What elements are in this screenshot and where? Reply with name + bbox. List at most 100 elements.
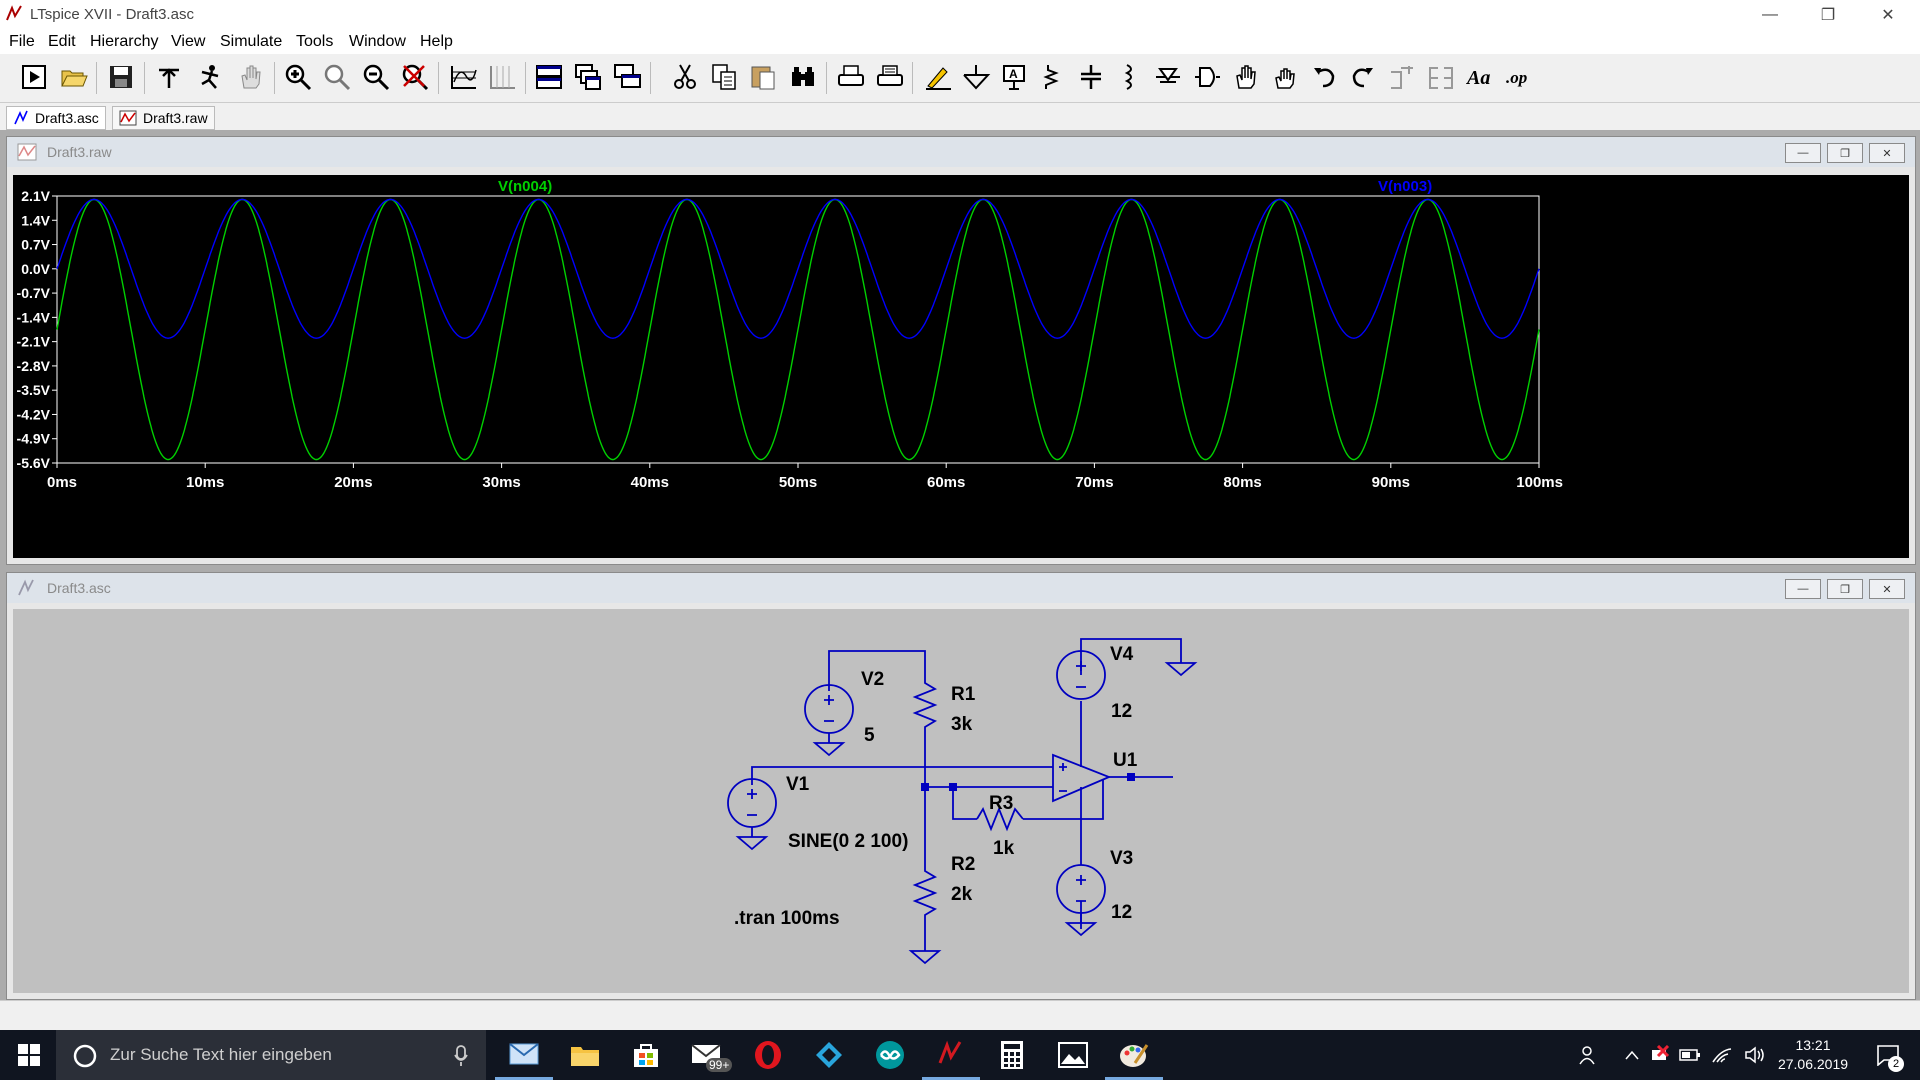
microphone-icon[interactable]	[454, 1045, 468, 1067]
taskbar-store[interactable]	[617, 1030, 675, 1080]
v4-name[interactable]: V4	[1110, 644, 1134, 665]
move-icon[interactable]	[1229, 60, 1263, 94]
waveform-plot[interactable]: 2.1V 1.4V 0.7V 0.0V -0.7V -1.4V -2.1V -2.8V -3.5…	[13, 175, 1909, 558]
run-icon[interactable]	[17, 60, 51, 94]
control-panel-icon[interactable]	[152, 60, 186, 94]
start-button[interactable]	[0, 1030, 58, 1080]
drag-icon[interactable]	[1268, 60, 1302, 94]
show-hidden-icons[interactable]	[1622, 1030, 1642, 1080]
save-icon[interactable]	[104, 60, 138, 94]
taskbar-photos[interactable]	[1044, 1030, 1102, 1080]
minimize-button[interactable]: —	[1742, 0, 1798, 30]
tab-draft3-asc[interactable]: Draft3.asc	[6, 106, 106, 130]
zoom-out-icon[interactable]	[359, 60, 393, 94]
v3-value[interactable]: 12	[1111, 902, 1132, 923]
battery-icon[interactable]	[1678, 1030, 1702, 1080]
label-net-icon[interactable]: A	[997, 60, 1031, 94]
resistor-icon[interactable]	[1036, 60, 1070, 94]
zoom-fit-icon[interactable]	[320, 60, 354, 94]
tile-vertical-icon[interactable]	[610, 60, 644, 94]
component-icon[interactable]	[1190, 60, 1224, 94]
rotate-icon[interactable]	[1385, 60, 1419, 94]
taskbar-kodi[interactable]	[800, 1030, 858, 1080]
taskbar-outlook[interactable]	[495, 1030, 553, 1080]
taskbar-arduino[interactable]	[861, 1030, 919, 1080]
menu-edit[interactable]: Edit	[48, 33, 76, 51]
waveform-window-titlebar[interactable]: Draft3.raw — ❐ ✕	[7, 137, 1915, 167]
v2-name[interactable]: V2	[861, 669, 884, 690]
tile-horizontal-icon[interactable]	[532, 60, 566, 94]
menu-window[interactable]: Window	[349, 33, 406, 51]
menu-view[interactable]: View	[171, 33, 205, 51]
print-icon[interactable]	[834, 60, 868, 94]
menu-file[interactable]: File	[9, 33, 35, 51]
v2-value[interactable]: 5	[864, 725, 875, 746]
inductor-icon[interactable]	[1113, 60, 1147, 94]
text-icon[interactable]: Aa	[1463, 60, 1497, 94]
ground-icon[interactable]	[959, 60, 993, 94]
grid-icon[interactable]	[485, 60, 519, 94]
v3-name[interactable]: V3	[1110, 848, 1133, 869]
security-icon[interactable]	[1648, 1030, 1672, 1080]
copy-icon[interactable]	[707, 60, 741, 94]
spice-directive[interactable]: .tran 100ms	[734, 908, 840, 929]
schematic-canvas[interactable]: V2 5 R1 3k V1 SINE(0 2 100) R3 1k R2 2k …	[13, 609, 1909, 993]
u1-name[interactable]: U1	[1113, 750, 1138, 771]
taskbar-ltspice[interactable]	[922, 1030, 980, 1080]
menu-help[interactable]: Help	[420, 33, 453, 51]
r3-name[interactable]: R3	[989, 793, 1013, 814]
r2-value[interactable]: 2k	[951, 884, 973, 905]
menu-hierarchy[interactable]: Hierarchy	[90, 33, 158, 51]
restore-button[interactable]: ❐	[1827, 143, 1863, 163]
mirror-icon[interactable]	[1424, 60, 1458, 94]
clock[interactable]: 13:21 27.06.2019	[1772, 1030, 1854, 1080]
v1-name[interactable]: V1	[786, 774, 810, 795]
probe-icon[interactable]	[194, 60, 228, 94]
r3-value[interactable]: 1k	[993, 838, 1015, 859]
spice-directive-icon[interactable]: .op	[1502, 60, 1536, 94]
capacitor-icon[interactable]	[1074, 60, 1108, 94]
r1-name[interactable]: R1	[951, 684, 976, 705]
v1-value[interactable]: SINE(0 2 100)	[788, 831, 908, 852]
trace-label[interactable]: V(n003)	[1378, 178, 1432, 195]
cut-icon[interactable]	[668, 60, 702, 94]
people-icon[interactable]	[1576, 1030, 1602, 1080]
redo-icon[interactable]	[1346, 60, 1380, 94]
tab-draft3-raw[interactable]: Draft3.raw	[112, 106, 215, 130]
restore-button[interactable]: ❐	[1800, 0, 1856, 30]
r1-value[interactable]: 3k	[951, 714, 973, 735]
menu-tools[interactable]: Tools	[296, 33, 333, 51]
schematic-window-titlebar[interactable]: Draft3.asc — ❐ ✕	[7, 573, 1915, 603]
taskbar-mail[interactable]: 99+	[678, 1030, 736, 1080]
print-preview-icon[interactable]	[873, 60, 907, 94]
trace-label[interactable]: V(n004)	[498, 178, 552, 195]
restore-button[interactable]: ❐	[1827, 579, 1863, 599]
minimize-button[interactable]: —	[1785, 143, 1821, 163]
cascade-icon[interactable]	[571, 60, 605, 94]
taskbar-paint[interactable]	[1105, 1030, 1163, 1080]
menu-simulate[interactable]: Simulate	[220, 33, 282, 51]
close-button[interactable]: ✕	[1869, 143, 1905, 163]
v4-value[interactable]: 12	[1111, 701, 1132, 722]
diode-icon[interactable]	[1151, 60, 1185, 94]
close-button[interactable]: ✕	[1860, 0, 1916, 30]
wire-icon[interactable]	[921, 60, 955, 94]
zoom-cancel-icon[interactable]	[398, 60, 432, 94]
volume-icon[interactable]	[1742, 1030, 1768, 1080]
taskbar-calculator[interactable]	[983, 1030, 1041, 1080]
autorange-icon[interactable]	[446, 60, 480, 94]
find-icon[interactable]	[786, 60, 820, 94]
zoom-in-icon[interactable]	[281, 60, 315, 94]
close-button[interactable]: ✕	[1869, 579, 1905, 599]
open-icon[interactable]	[57, 60, 91, 94]
undo-icon[interactable]	[1307, 60, 1341, 94]
taskbar-file-explorer[interactable]	[556, 1030, 614, 1080]
minimize-button[interactable]: —	[1785, 579, 1821, 599]
wifi-icon[interactable]	[1710, 1030, 1734, 1080]
taskbar-search[interactable]: Zur Suche Text hier eingeben	[56, 1030, 486, 1080]
r2-name[interactable]: R2	[951, 854, 975, 875]
action-center-button[interactable]: 2	[1868, 1030, 1908, 1080]
paste-icon[interactable]	[746, 60, 780, 94]
pan-hand-icon[interactable]	[234, 60, 268, 94]
taskbar-opera[interactable]	[739, 1030, 797, 1080]
